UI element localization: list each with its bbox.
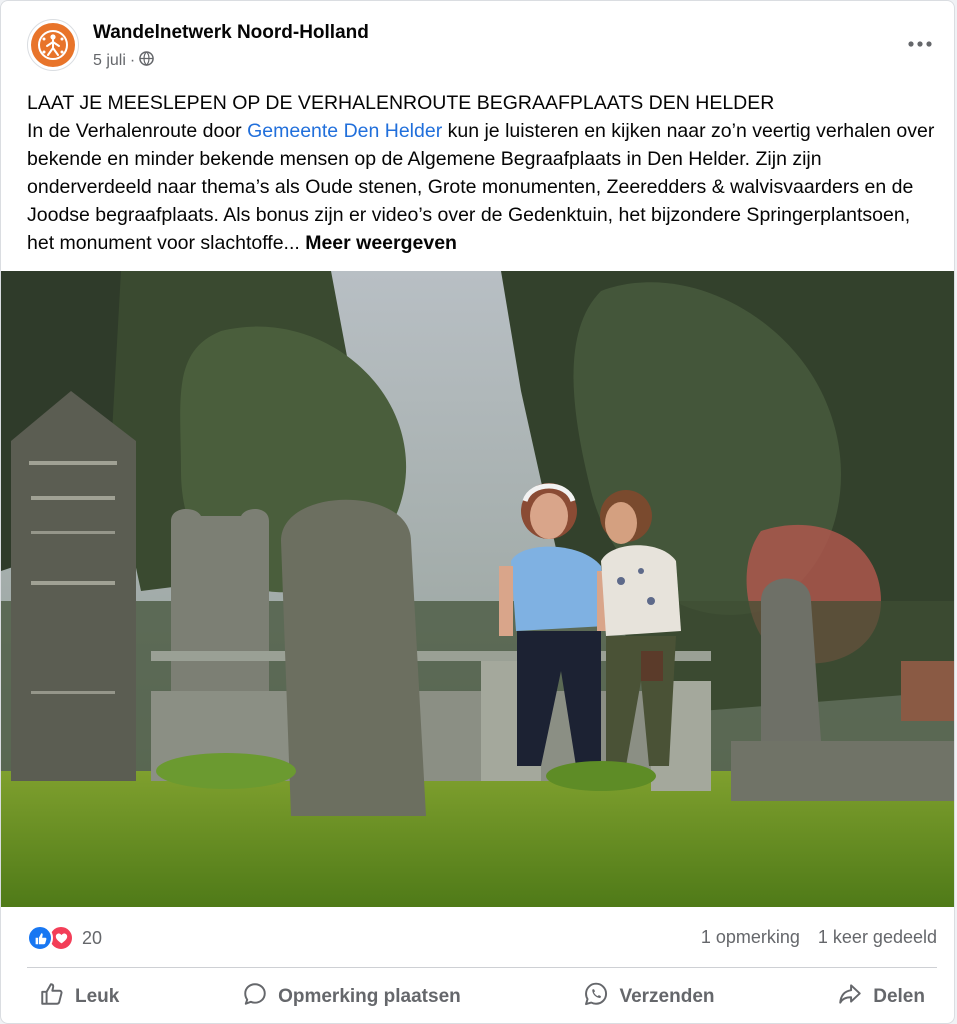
globe-icon <box>139 51 155 71</box>
more-options-icon[interactable] <box>903 27 937 61</box>
page-avatar[interactable] <box>27 19 79 71</box>
reaction-count: 20 <box>82 927 103 948</box>
comments-count-link[interactable]: 1 opmerking <box>701 927 800 948</box>
post-headline: LAAT JE MEESLEPEN OP DE VERHALENROUTE BE… <box>27 92 775 114</box>
walking-network-logo-icon <box>31 23 75 67</box>
like-reaction-icon <box>27 925 53 951</box>
post-photo[interactable] <box>1 271 954 907</box>
thumbs-up-icon <box>39 981 65 1013</box>
gemeente-den-helder-link[interactable]: Gemeente Den Helder <box>247 120 442 142</box>
like-button[interactable]: Leuk <box>27 975 131 1019</box>
post-body: In de Verhalenroute door Gemeente Den He… <box>27 117 939 257</box>
engagement-counts: 1 opmerking 1 keer gedeeld <box>701 927 937 948</box>
share-button[interactable]: Delen <box>825 975 937 1019</box>
post-stats: 20 1 opmerking 1 keer gedeeld <box>27 925 937 953</box>
cemetery-photo-illustration <box>1 271 954 907</box>
post-text: LAAT JE MEESLEPEN OP DE VERHALENROUTE BE… <box>27 89 939 257</box>
share-label: Delen <box>873 986 925 1007</box>
post-date[interactable]: 5 juli <box>93 52 126 70</box>
post-body-start: In de Verhalenroute door <box>27 120 248 142</box>
post-meta: 5 juli · <box>93 51 155 71</box>
whatsapp-icon <box>583 981 609 1013</box>
post-header: Wandelnetwerk Noord-Holland 5 juli · <box>27 19 937 75</box>
comment-label: Opmerking plaatsen <box>278 986 461 1007</box>
page-name-link[interactable]: Wandelnetwerk Noord-Holland <box>93 22 369 44</box>
send-button[interactable]: Verzenden <box>571 975 726 1019</box>
see-more-button[interactable]: Meer weergeven <box>305 232 457 254</box>
share-arrow-icon <box>837 981 863 1013</box>
post-actions: Leuk Opmerking plaatsen Verzenden Delen <box>27 973 937 1021</box>
feed-post: Wandelnetwerk Noord-Holland 5 juli · LAA… <box>0 0 955 1024</box>
meta-separator: · <box>129 52 136 69</box>
comment-bubble-icon <box>242 981 268 1013</box>
reactions-summary[interactable]: 20 <box>27 925 102 951</box>
stats-divider <box>27 967 937 968</box>
send-label: Verzenden <box>619 986 715 1007</box>
comment-button[interactable]: Opmerking plaatsen <box>230 975 473 1019</box>
shares-count-link[interactable]: 1 keer gedeeld <box>818 927 937 948</box>
like-label: Leuk <box>75 986 120 1007</box>
